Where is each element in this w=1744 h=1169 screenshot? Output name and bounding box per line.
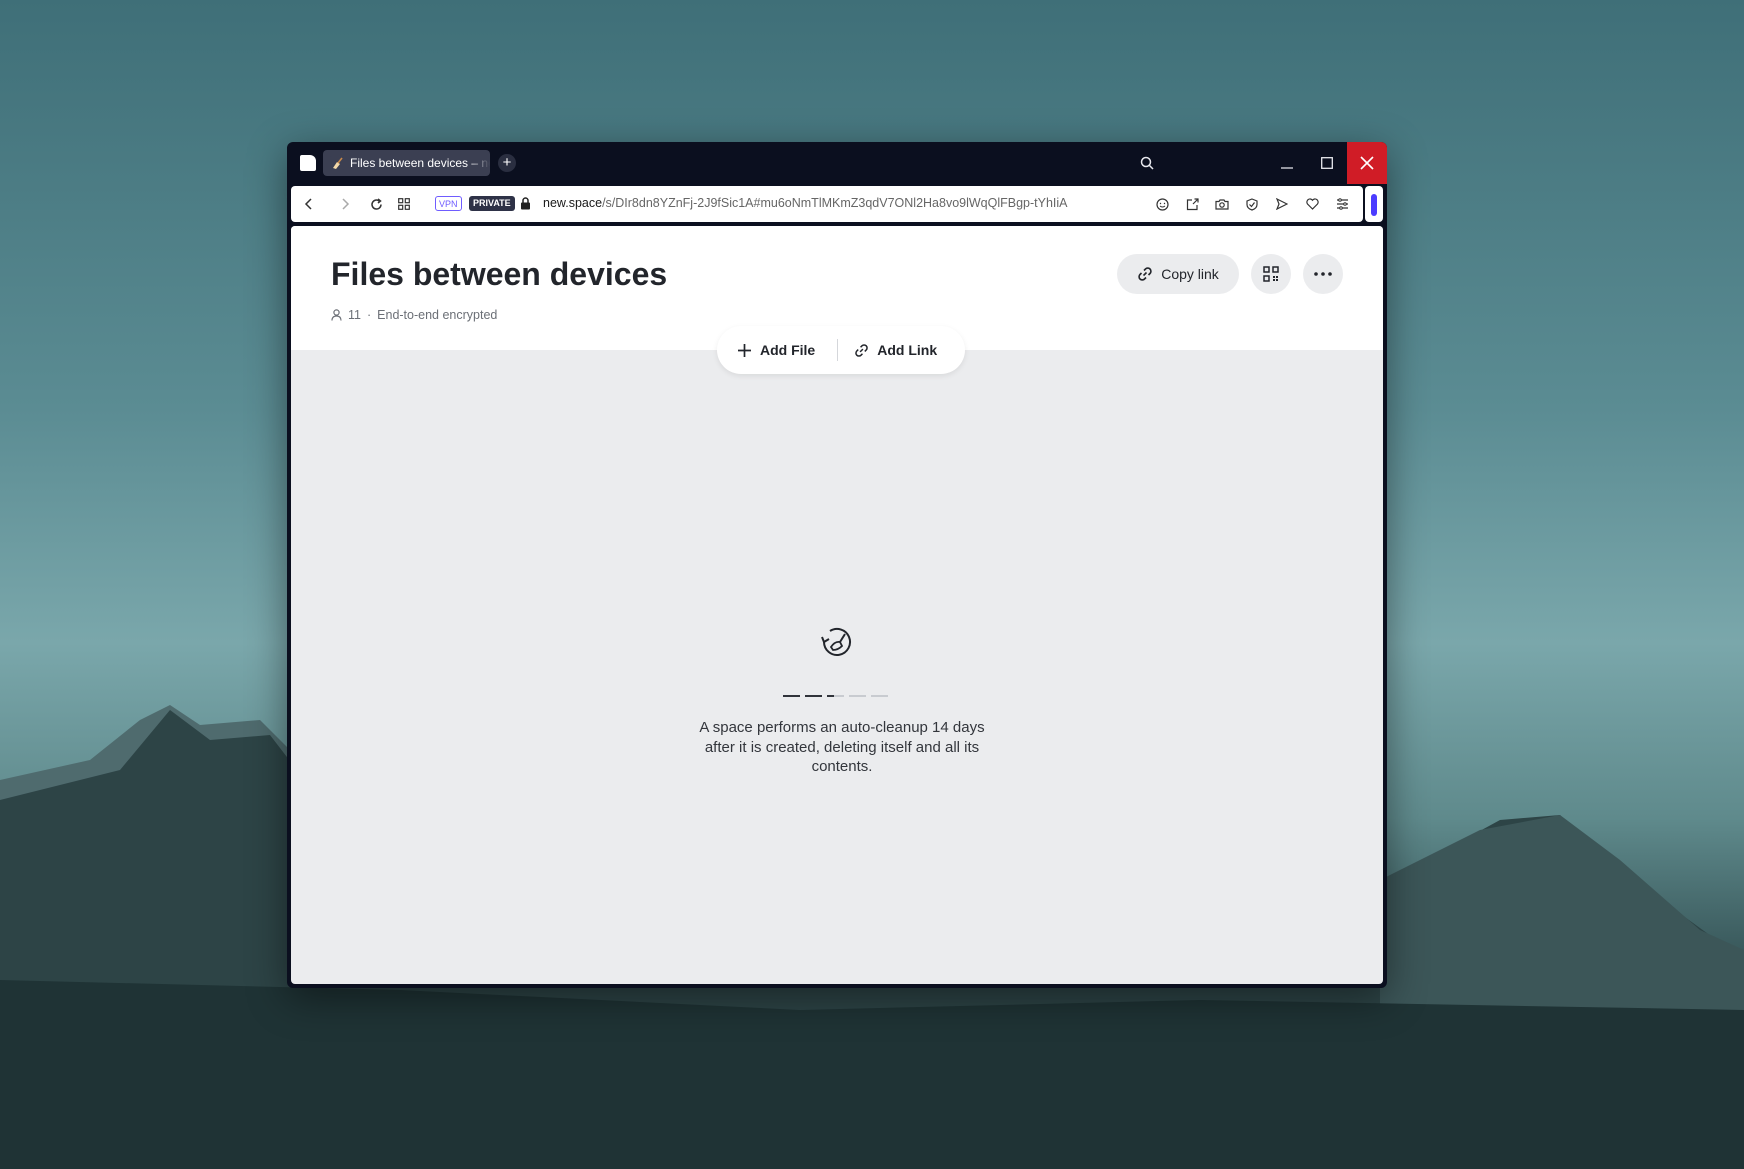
scrollbar-thumb[interactable] <box>1371 194 1377 216</box>
progress-segment <box>849 695 866 697</box>
private-badge: PRIVATE <box>469 196 515 211</box>
share-button[interactable] <box>1181 193 1203 215</box>
address-bar: VPN PRIVATE new.space/s/DIr8dn8YZnFj-2J9… <box>291 186 1363 222</box>
meta-separator: · <box>366 308 372 322</box>
add-file-label: Add File <box>760 342 816 358</box>
minimize-icon <box>1281 167 1293 169</box>
ad-blocker-button[interactable] <box>1241 193 1263 215</box>
title-bar: Files between devices – new.space + <box>287 142 1387 184</box>
send-icon <box>1276 198 1288 210</box>
camera-icon <box>1215 199 1229 210</box>
snapshot-button[interactable] <box>1211 193 1233 215</box>
add-link-label: Add Link <box>877 342 938 358</box>
plus-icon <box>738 343 751 357</box>
bookmark-button[interactable] <box>1301 193 1323 215</box>
cleanup-progress <box>783 695 888 697</box>
maximize-button[interactable] <box>1307 142 1347 184</box>
progress-segment <box>827 695 844 697</box>
progress-segment <box>783 695 800 697</box>
browser-window: Files between devices – new.space + VPN <box>287 142 1387 988</box>
progress-segment <box>871 695 888 697</box>
grid-icon <box>398 198 410 210</box>
reload-icon <box>370 197 382 210</box>
minimize-button[interactable] <box>1267 142 1307 184</box>
shield-icon <box>1246 197 1258 211</box>
url-field[interactable]: new.space/s/DIr8dn8YZnFj-2J9fSic1A#mu6oN… <box>543 196 1068 210</box>
action-divider <box>837 339 839 361</box>
share-icon <box>1186 197 1199 210</box>
link-icon <box>1138 267 1152 281</box>
broom-favicon-icon <box>330 156 344 170</box>
copy-link-button[interactable]: Copy link <box>1117 254 1239 294</box>
add-file-button[interactable]: Add File <box>737 342 815 358</box>
more-options-button[interactable] <box>1303 254 1343 294</box>
forward-arrow-icon <box>342 198 350 210</box>
add-actions-bar: Add File Add Link <box>717 326 965 374</box>
qr-code-icon <box>1263 266 1279 282</box>
member-count: 11 <box>348 308 361 322</box>
url-path: /s/DIr8dn8YZnFj-2J9fSic1A#mu6oNmTlMKmZ3q… <box>602 196 1068 210</box>
page-title: Files between devices <box>331 256 668 292</box>
easy-setup-button[interactable] <box>1331 193 1353 215</box>
search-tabs-button[interactable] <box>1127 142 1167 184</box>
link-icon <box>855 343 869 357</box>
progress-segment <box>805 695 822 697</box>
new-tab-button[interactable]: + <box>498 154 516 172</box>
back-button[interactable] <box>295 186 323 222</box>
tab-title: Files between devices – new.space <box>350 156 490 170</box>
close-icon <box>1360 156 1374 170</box>
close-window-button[interactable] <box>1347 142 1387 184</box>
emoji-button[interactable] <box>1151 193 1173 215</box>
lock-icon[interactable] <box>520 197 531 210</box>
back-arrow-icon <box>304 198 312 210</box>
auto-cleanup-broom-icon <box>821 628 851 656</box>
heart-icon <box>1305 198 1319 210</box>
qr-code-button[interactable] <box>1251 254 1291 294</box>
user-icon <box>331 309 342 321</box>
space-meta: 11 · End-to-end encrypted <box>331 308 497 322</box>
add-link-button[interactable]: Add Link <box>854 342 937 358</box>
page-content: Files between devices 11 · End-to-end en… <box>291 226 1383 984</box>
forward-button[interactable] <box>331 186 359 222</box>
sidebar-toggle-icon[interactable] <box>300 155 316 171</box>
more-horizontal-icon <box>1314 272 1332 276</box>
encryption-status: End-to-end encrypted <box>377 308 498 322</box>
settings-sliders-icon <box>1336 198 1348 210</box>
copy-link-label: Copy link <box>1161 266 1219 282</box>
maximize-icon <box>1321 157 1333 169</box>
url-host: new.space <box>543 196 603 210</box>
sidebar-scrollbar[interactable] <box>1365 186 1383 222</box>
flow-button[interactable] <box>1271 193 1293 215</box>
auto-cleanup-message: A space performs an auto-cleanup 14 days… <box>699 719 985 775</box>
reload-button[interactable] <box>362 186 390 222</box>
vpn-badge[interactable]: VPN <box>435 196 462 211</box>
speed-dial-button[interactable] <box>390 186 418 222</box>
search-icon <box>1140 156 1154 170</box>
smiley-icon <box>1155 197 1169 211</box>
address-bar-tools <box>1151 186 1353 222</box>
tab-files-between-devices[interactable]: Files between devices – new.space <box>323 150 490 176</box>
